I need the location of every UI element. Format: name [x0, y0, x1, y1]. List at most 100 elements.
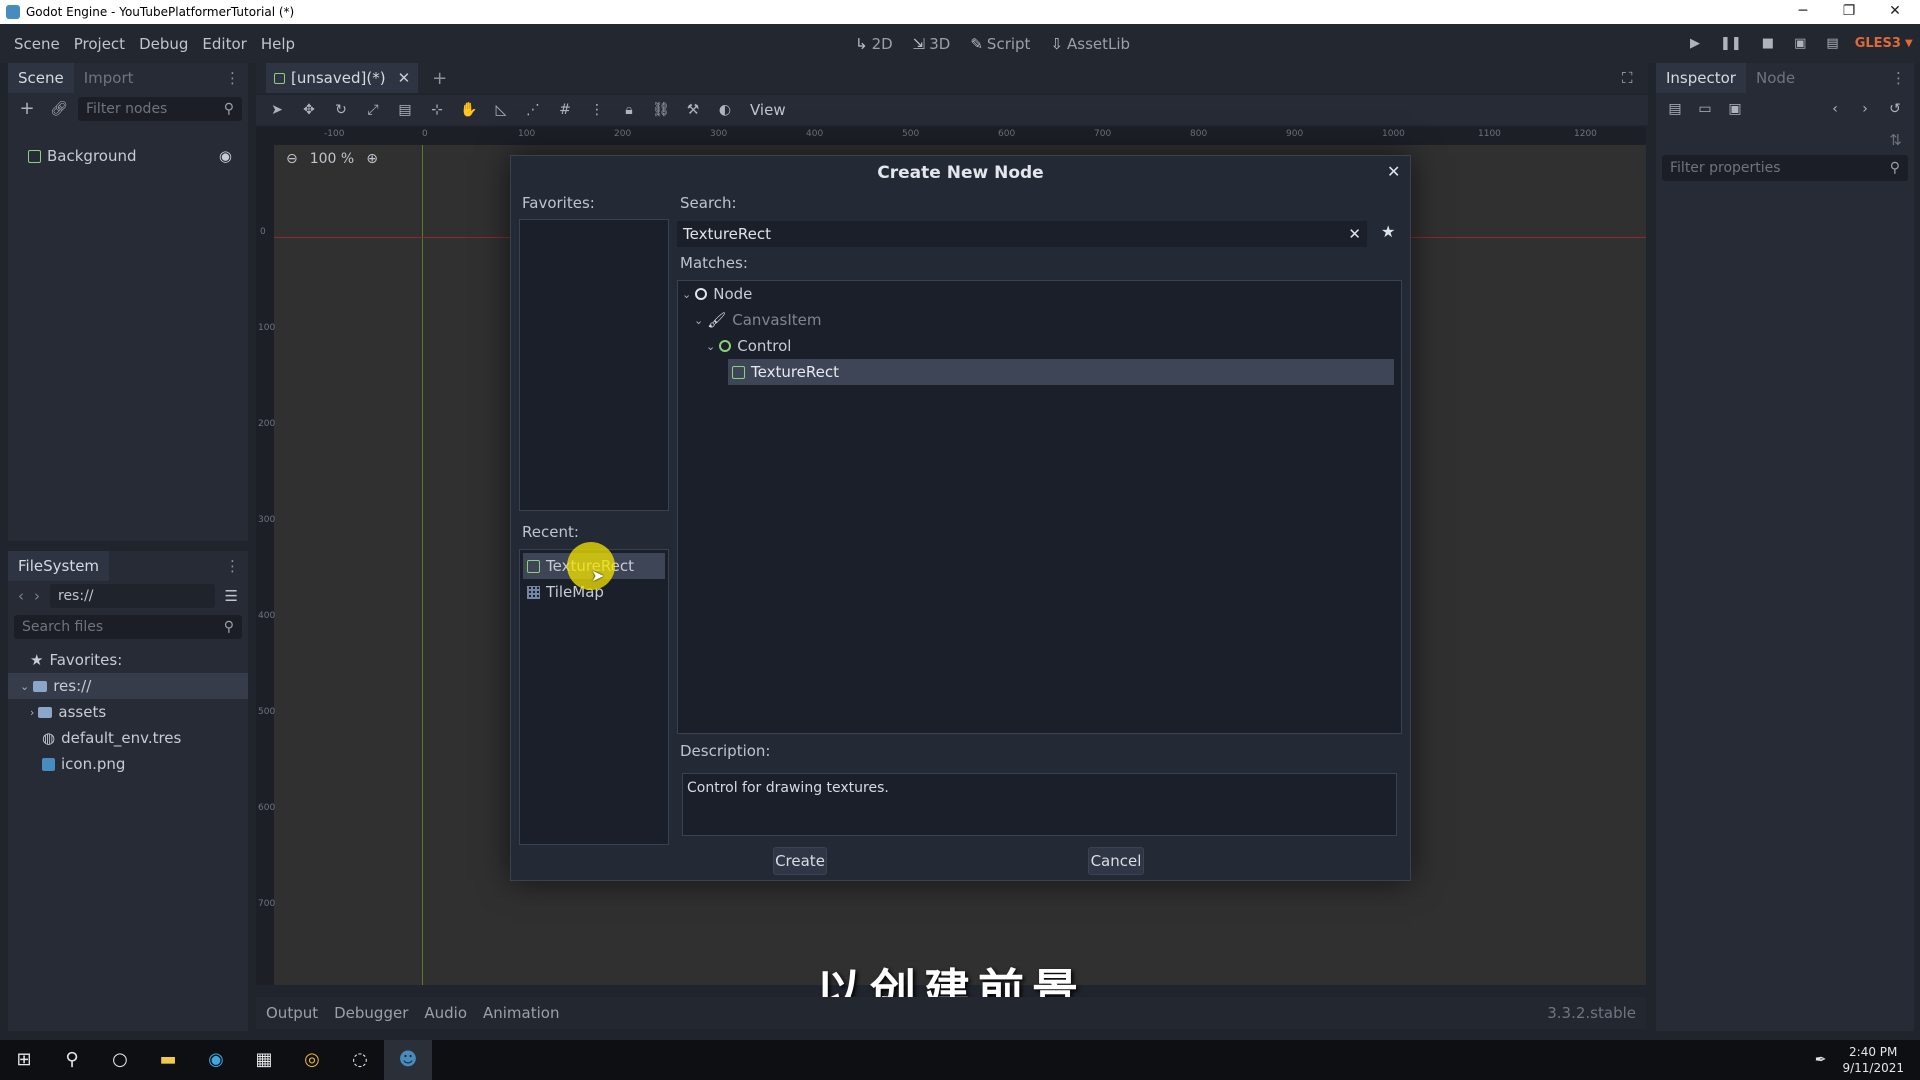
open-folder-icon[interactable]: ▭	[1692, 96, 1718, 122]
filter-properties-input[interactable]: Filter properties ⚲	[1662, 155, 1908, 181]
taskbar-clock[interactable]: 2:40 PM 9/11/2021	[1842, 1044, 1904, 1076]
windows-start-icon[interactable]: ⊞	[0, 1040, 48, 1080]
play-icon[interactable]: ▶	[1690, 36, 1700, 51]
menu-scene[interactable]: Scene	[14, 35, 60, 53]
workspace-3d-button[interactable]: ⇲ 3D	[913, 35, 951, 53]
edge-icon[interactable]: ◉	[192, 1040, 240, 1080]
play-custom-icon[interactable]: ▤	[1826, 36, 1838, 51]
zoom-in-icon[interactable]: ⊕	[366, 151, 378, 167]
matches-tree[interactable]: ⌄ Node ⌄ 🖌︎ CanvasItem ⌄ Control Texture…	[677, 280, 1402, 734]
group-icon[interactable]: ⛓	[648, 97, 674, 123]
path-field[interactable]: res://	[50, 584, 215, 608]
minimize-button[interactable]: ─	[1780, 0, 1826, 24]
move-tool-icon[interactable]: ✥	[296, 97, 322, 123]
tree-item-control[interactable]: ⌄ Control	[678, 333, 1401, 359]
skeleton-icon[interactable]: ⚒	[680, 97, 706, 123]
fs-res-root[interactable]: ⌄ res://	[8, 673, 248, 699]
view-menu[interactable]: View	[750, 101, 786, 119]
godot-taskbar-icon[interactable]: ☻	[384, 1040, 432, 1080]
tab-audio[interactable]: Audio	[424, 1004, 467, 1022]
instance-scene-icon[interactable]: 🔗︎	[46, 96, 72, 122]
tree-item-texturerect[interactable]: TextureRect	[728, 359, 1394, 385]
cancel-button[interactable]: Cancel	[1088, 847, 1144, 875]
zoom-level[interactable]: 100 %	[310, 151, 354, 167]
cortana-icon[interactable]: ○	[96, 1040, 144, 1080]
new-resource-icon[interactable]: ▤	[1662, 96, 1688, 122]
tab-animation[interactable]: Animation	[483, 1004, 559, 1022]
list-select-icon[interactable]: ▤	[392, 97, 418, 123]
recent-list[interactable]: TextureRect TileMap	[519, 549, 669, 845]
workspace-assetlib-button[interactable]: ⇩ AssetLib	[1050, 35, 1130, 53]
tab-unsaved-scene[interactable]: [unsaved](*) ✕	[266, 63, 419, 93]
tree-item-node[interactable]: ⌄ Node	[678, 281, 1401, 307]
create-button[interactable]: Create	[773, 847, 827, 875]
clear-search-icon[interactable]: ✕	[1348, 225, 1361, 243]
fs-favorites[interactable]: ★ Favorites:	[8, 647, 248, 673]
add-node-icon[interactable]: +	[14, 96, 40, 122]
history-back-icon[interactable]: ‹	[1822, 96, 1848, 122]
grid-snap-icon[interactable]: #	[552, 97, 578, 123]
menu-project[interactable]: Project	[74, 35, 125, 53]
tree-node-background[interactable]: Background ◉	[28, 143, 244, 169]
history-icon[interactable]: ↺	[1882, 96, 1908, 122]
save-icon[interactable]: ▣	[1722, 96, 1748, 122]
chevron-down-icon[interactable]: ▼	[1905, 38, 1913, 49]
fs-folder-assets[interactable]: › assets	[8, 699, 248, 725]
scale-tool-icon[interactable]: ⤢	[360, 97, 386, 123]
pivot-tool-icon[interactable]: ⊹	[424, 97, 450, 123]
play-scene-icon[interactable]: ▣	[1794, 36, 1806, 51]
search-input[interactable]: TextureRect ✕	[677, 221, 1367, 247]
add-tab-icon[interactable]: +	[432, 68, 447, 89]
tab-debugger[interactable]: Debugger	[334, 1004, 408, 1022]
menu-editor[interactable]: Editor	[202, 35, 246, 53]
obs-icon[interactable]: ◌	[336, 1040, 384, 1080]
restore-button[interactable]: ❐	[1826, 0, 1872, 24]
smart-snap-icon[interactable]: ⋰	[520, 97, 546, 123]
search-icon[interactable]: ⚲	[48, 1040, 96, 1080]
pen-icon[interactable]: ✒	[1815, 1052, 1827, 1068]
filter-nodes-input[interactable]: Filter nodes ⚲	[78, 97, 242, 121]
menu-help[interactable]: Help	[261, 35, 295, 53]
tree-item-canvasitem[interactable]: ⌄ 🖌︎ CanvasItem	[678, 307, 1401, 333]
renderer-badge[interactable]: GLES3	[1855, 36, 1901, 51]
fs-file-icon-png[interactable]: icon.png	[8, 751, 248, 777]
dock-menu-icon[interactable]: ⋮	[1891, 69, 1906, 87]
forward-arrow-icon[interactable]: ›	[34, 587, 40, 605]
snap-options-icon[interactable]: ⋮	[584, 97, 610, 123]
object-menu-icon[interactable]: ⇅	[1656, 125, 1914, 155]
split-mode-icon[interactable]: ☰	[225, 587, 238, 605]
workspace-2d-button[interactable]: ↳ 2D	[855, 35, 893, 53]
back-arrow-icon[interactable]: ‹	[18, 587, 24, 605]
search-files-input[interactable]: Search files ⚲	[14, 615, 242, 639]
dock-menu-icon[interactable]: ⋮	[225, 69, 240, 87]
tab-node[interactable]: Node	[1746, 63, 1805, 93]
zoom-out-icon[interactable]: ⊖	[286, 151, 298, 167]
tab-inspector[interactable]: Inspector	[1656, 63, 1746, 93]
menu-debug[interactable]: Debug	[139, 35, 188, 53]
pan-tool-icon[interactable]: ✋	[456, 97, 482, 123]
select-tool-icon[interactable]: ➤	[264, 97, 290, 123]
fs-file-default-env[interactable]: ◍ default_env.tres	[8, 725, 248, 751]
close-tab-icon[interactable]: ✕	[398, 63, 411, 93]
ruler-tool-icon[interactable]: ◺	[488, 97, 514, 123]
lock-icon[interactable]: 🔒︎	[616, 97, 642, 123]
tab-scene[interactable]: Scene	[8, 63, 74, 93]
tab-output[interactable]: Output	[266, 1004, 318, 1022]
favorites-list[interactable]	[519, 219, 669, 511]
rotate-tool-icon[interactable]: ↻	[328, 97, 354, 123]
stop-icon[interactable]: ■	[1762, 36, 1774, 51]
file-explorer-icon[interactable]: ▬	[144, 1040, 192, 1080]
tab-import[interactable]: Import	[74, 63, 144, 93]
close-dialog-icon[interactable]: ✕	[1387, 162, 1400, 181]
history-forward-icon[interactable]: ›	[1852, 96, 1878, 122]
visibility-eye-icon[interactable]: ◉	[219, 147, 232, 165]
workspace-script-button[interactable]: ✎ Script	[970, 35, 1030, 53]
dock-menu-icon[interactable]: ⋮	[225, 557, 240, 575]
fullscreen-icon[interactable]: ⛶	[1622, 69, 1633, 87]
chrome-icon[interactable]: ◎	[288, 1040, 336, 1080]
favorite-star-icon[interactable]: ★	[1381, 222, 1395, 241]
camera-override-icon[interactable]: ◐	[712, 97, 738, 123]
store-icon[interactable]: ▦	[240, 1040, 288, 1080]
pause-icon[interactable]: ❚❚	[1720, 36, 1742, 51]
close-window-button[interactable]: ✕	[1872, 0, 1918, 24]
